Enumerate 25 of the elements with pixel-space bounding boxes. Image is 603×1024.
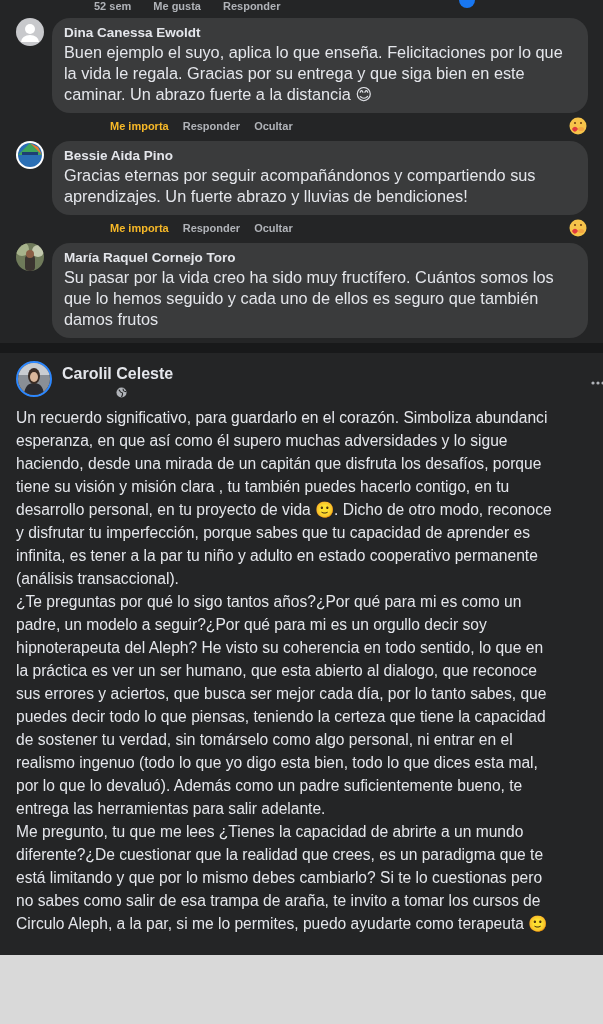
emoji-icon[interactable] <box>569 219 587 237</box>
comment-text: Buen ejemplo el suyo, aplica lo que enseña. Felicitaciones por lo que la vida le regala. Gracias por su entrega y que siga bien en este caminar. Un abrazo fuerte a la distancia 😊 <box>64 42 564 105</box>
reply-link[interactable]: Responder <box>223 0 281 12</box>
comment-text: Gracias eternas por seguir acompañándonos y compartiendo sus aprendizajes. Un fuerte abrazo y lluvias de bendiciones! <box>64 165 537 207</box>
comment-author[interactable]: María Raquel Cornejo Toro <box>64 250 576 265</box>
comment-time: 52 sem <box>94 0 132 12</box>
post-author[interactable]: Carolil Celeste <box>62 365 581 383</box>
post-paragraph: Me pregunto, tu que me lees ¿Tienes la capacidad de abrirte a un mundo diferente?¿De cuestionar que la realidad que crees, es un paradigma que te está limitando y que por lo mismo debes cambiarlo? Si te lo cuestionas pero no sabes como salir de esa trampa de araña, te invito a tomar los cursos de Circulo Aleph, a la par, si me lo permites, puedo ayudarte como terapeuta 🙂 <box>16 822 549 934</box>
avatar-icon[interactable] <box>16 18 44 46</box>
reply-link[interactable]: Responder <box>182 120 241 132</box>
emoji-icon[interactable] <box>569 117 587 135</box>
like-link[interactable]: Me gusta <box>153 0 201 12</box>
globe-icon <box>116 387 127 398</box>
reaction-link[interactable]: Me importa <box>110 222 169 234</box>
avatar-logo-icon[interactable] <box>16 141 44 169</box>
comment-text: Su pasar por la vida creo ha sido muy fructífero. Cuántos somos los que lo hemos seguido y cada uno de ellos es seguro que también damos frutos <box>64 267 555 330</box>
hide-link[interactable]: Ocultar <box>254 120 293 132</box>
comment-author[interactable]: Bessie Aida Pino <box>64 148 576 163</box>
post-paragraph: ¿Te preguntas por qué lo sigo tantos años?¿Por qué para mi es como un padre, un modelo a seguir?¿Por qué para mi es un orgullo decir soy hipnoterapeuta del Aleph? He visto su coherencia en todo sentido, lo que en la práctica es ver un ser humano, que esta abierto al dialogo, que reconoce sus errores y aciertos, que busca ser mejor cada día, por lo tanto sabes, que puedes decir todo lo que piensas, teniendo la certeza que tiene la capacidad de sostener tu verdad, sin tomárselo como algo personal, ni entrar en el realismo ingenuo (todo lo que yo digo esta bien, todo lo que dices esta mal, por lo que lo devaluó). Además como un padre suficientemente bueno, te entrega las herramientas para salir adelante. <box>16 592 548 819</box>
reaction-link[interactable]: Me importa <box>110 120 169 132</box>
reply-link[interactable]: Responder <box>182 222 241 234</box>
post-paragraph: Un recuerdo significativo, para guardarlo en el corazón. Simboliza abundanci esperanza, en que así como él supero muchas adversidades y lo sigue haciendo, desde una mirada de un capitán que disfruta los desafíos, porque tiene su visión y misión clara , tu también puedes hacerlo contigo, en tu desarrollo personal, en tu proyecto de vida 🙂. Dicho de otro modo, reconoce y disfrutar tu imperfección, porque sabes que tu capacidad de aprender es infinita, es tener a la par tu niño y adulto en estado cooperativo permanente (análisis transaccional). <box>16 408 553 589</box>
more-options-icon[interactable] <box>591 381 603 385</box>
hide-link[interactable]: Ocultar <box>254 222 293 234</box>
comment-author[interactable]: Dina Canessa Ewoldt <box>64 25 576 40</box>
